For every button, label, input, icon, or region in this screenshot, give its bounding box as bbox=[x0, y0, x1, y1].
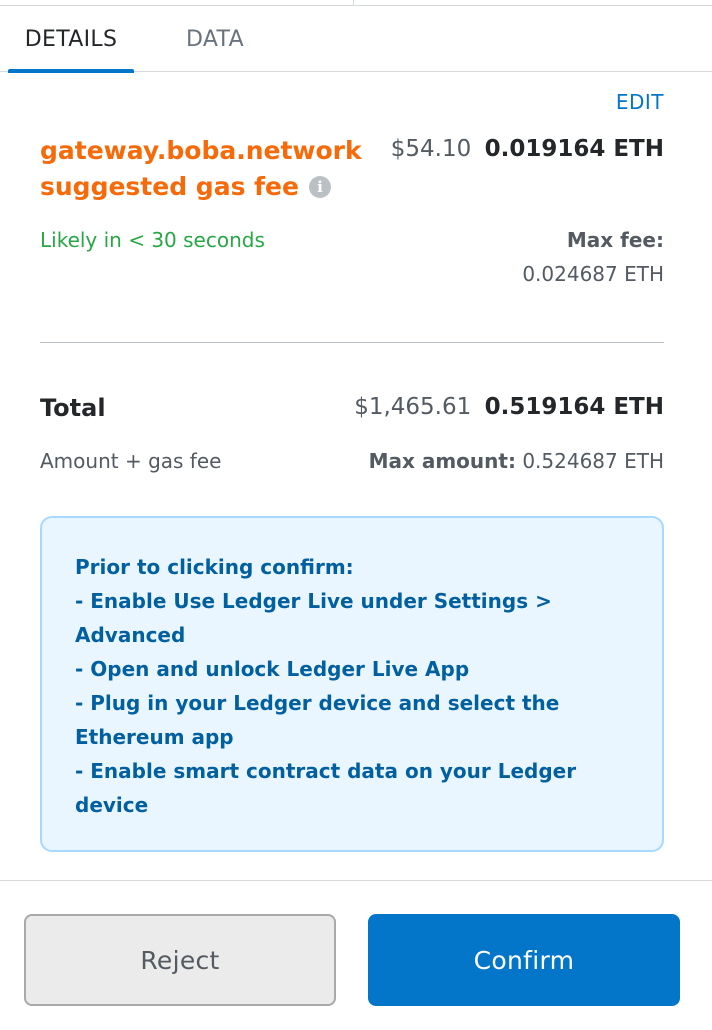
likely-time: Likely in < 30 seconds bbox=[40, 228, 265, 252]
gas-fee-label-row: suggested gas fee i bbox=[40, 169, 362, 205]
gas-fee-eth: 0.019164 ETH bbox=[484, 136, 664, 162]
suggested-gas-fee-label: suggested gas fee bbox=[40, 172, 299, 201]
site-name: gateway.boba.network bbox=[40, 136, 362, 165]
gas-fee-amount: $54.10 0.019164 ETH bbox=[391, 136, 664, 162]
tab-bar: DETAILS DATA bbox=[0, 6, 712, 73]
reject-button[interactable]: Reject bbox=[24, 914, 336, 1006]
footer-divider bbox=[0, 880, 712, 881]
max-amount-value: 0.524687 ETH bbox=[522, 449, 664, 473]
total-label: Total bbox=[40, 394, 106, 422]
ledger-notice: Prior to clicking confirm: - Enable Use … bbox=[40, 516, 664, 852]
max-fee-value: 0.024687 ETH bbox=[522, 262, 664, 286]
edit-gas-button[interactable]: EDIT bbox=[616, 90, 664, 114]
max-amount: Max amount: 0.524687 ETH bbox=[369, 449, 664, 473]
tab-details[interactable]: DETAILS bbox=[8, 6, 134, 73]
notice-line: - Enable smart contract data on your Led… bbox=[75, 759, 577, 817]
confirm-button[interactable]: Confirm bbox=[368, 914, 680, 1006]
tab-data[interactable]: DATA bbox=[160, 6, 270, 72]
notice-line: - Open and unlock Ledger Live App bbox=[75, 657, 470, 681]
gas-fee-source: gateway.boba.network suggested gas fee i bbox=[40, 133, 362, 205]
total-amount: $1,465.61 0.519164 ETH bbox=[354, 394, 664, 420]
notice-line: - Enable Use Ledger Live under Settings … bbox=[75, 589, 552, 647]
max-amount-label: Max amount: bbox=[368, 449, 516, 473]
notice-line: - Plug in your Ledger device and select … bbox=[75, 691, 560, 749]
info-icon[interactable]: i bbox=[308, 176, 331, 198]
total-usd: $1,465.61 bbox=[354, 394, 472, 420]
gas-fee-usd: $54.10 bbox=[390, 136, 472, 162]
total-eth: 0.519164 ETH bbox=[484, 394, 664, 420]
notice-line: Prior to clicking confirm: bbox=[75, 555, 354, 579]
section-divider bbox=[40, 342, 664, 343]
max-fee-label: Max fee: bbox=[566, 228, 664, 252]
amount-plus-gas-label: Amount + gas fee bbox=[40, 449, 222, 473]
